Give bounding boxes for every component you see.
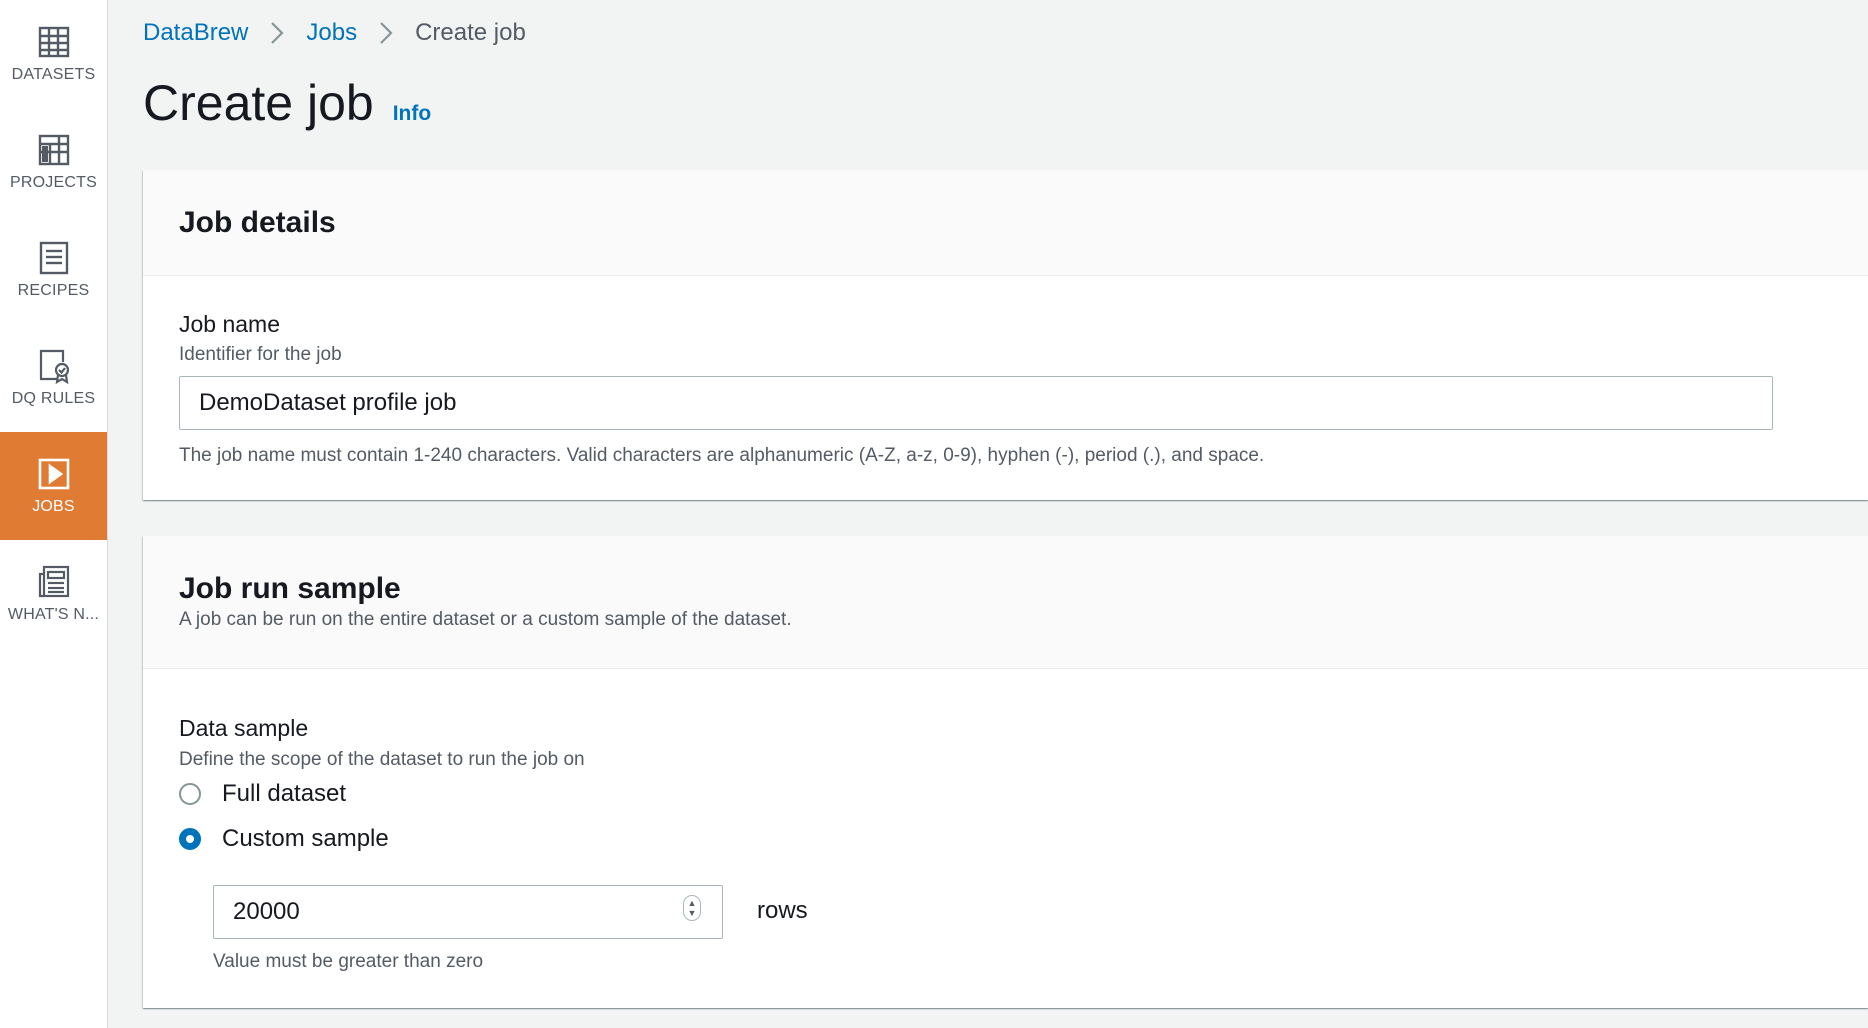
chevron-down-icon[interactable]: ▼	[688, 908, 697, 918]
sidebar-item-dq-rules[interactable]: DQ RULES	[0, 324, 107, 432]
sidebar-item-label: DATASETS	[11, 66, 96, 83]
sidebar-item-whats-new[interactable]: WHAT'S N...	[0, 540, 107, 648]
panel-heading: Job run sample	[179, 572, 401, 605]
sidebar-item-label: DQ RULES	[11, 390, 96, 407]
sidebar-item-label: PROJECTS	[10, 174, 97, 191]
job-name-description: Identifier for the job	[179, 344, 342, 365]
panel-heading: Job details	[179, 206, 336, 239]
rows-number-input[interactable]	[213, 885, 723, 939]
data-sample-label: Data sample	[179, 715, 309, 741]
table-icon	[38, 26, 69, 58]
sidebar-item-jobs[interactable]: JOBS	[0, 432, 107, 540]
breadcrumb-link-jobs[interactable]: Jobs	[306, 19, 357, 47]
certified-document-icon	[39, 349, 69, 384]
number-stepper[interactable]: ▲ ▼	[683, 895, 701, 921]
sidebar-item-recipes[interactable]: RECIPES	[0, 216, 107, 324]
sidebar-item-label: RECIPES	[17, 282, 90, 299]
chevron-right-icon	[357, 21, 415, 45]
breadcrumb-link-databrew[interactable]: DataBrew	[143, 19, 248, 47]
page-title: Create job	[143, 75, 374, 131]
breadcrumb: DataBrew Jobs Create job	[143, 16, 526, 50]
sidebar-item-label: JOBS	[32, 498, 75, 515]
job-details-panel: Job details Job name Identifier for the …	[143, 170, 1868, 500]
sidebar-item-projects[interactable]: PROJECTS	[0, 108, 107, 216]
newspaper-icon	[38, 565, 69, 598]
rows-unit-label: rows	[757, 897, 808, 924]
job-name-input[interactable]	[179, 376, 1773, 430]
radio-label: Custom sample	[222, 825, 389, 852]
page-header: Create job Info	[143, 74, 431, 132]
job-name-label: Job name	[179, 311, 281, 337]
radio-button[interactable]	[179, 783, 201, 805]
panel-header: Job run sample A job can be run on the e…	[143, 536, 1868, 669]
left-nav-sidebar: DATASETS PROJECTS RECIPES DQ RULES JOBS …	[0, 0, 108, 1028]
data-sample-description: Define the scope of the dataset to run t…	[179, 749, 585, 770]
sidebar-item-label: WHAT'S N...	[7, 606, 100, 623]
job-run-sample-panel: Job run sample A job can be run on the e…	[143, 536, 1868, 1008]
radio-button-selected[interactable]	[179, 828, 201, 850]
breadcrumb-current: Create job	[415, 19, 526, 46]
radio-label: Full dataset	[222, 780, 347, 807]
radio-full-dataset[interactable]: Full dataset	[179, 775, 346, 813]
job-name-constraint: The job name must contain 1-240 characte…	[179, 445, 1265, 466]
panel-header: Job details	[143, 170, 1868, 276]
panel-description: A job can be run on the entire dataset o…	[179, 609, 792, 630]
grid-icon	[38, 134, 69, 166]
rows-constraint: Value must be greater than zero	[213, 951, 484, 972]
chevron-right-icon	[248, 21, 306, 45]
play-icon	[38, 458, 69, 490]
sidebar-item-datasets[interactable]: DATASETS	[0, 0, 107, 108]
rows-number-field: ▲ ▼	[213, 885, 723, 939]
radio-custom-sample[interactable]: Custom sample	[179, 820, 389, 858]
list-document-icon	[39, 241, 68, 275]
info-link[interactable]: Info	[393, 102, 431, 126]
chevron-up-icon[interactable]: ▲	[688, 898, 697, 908]
